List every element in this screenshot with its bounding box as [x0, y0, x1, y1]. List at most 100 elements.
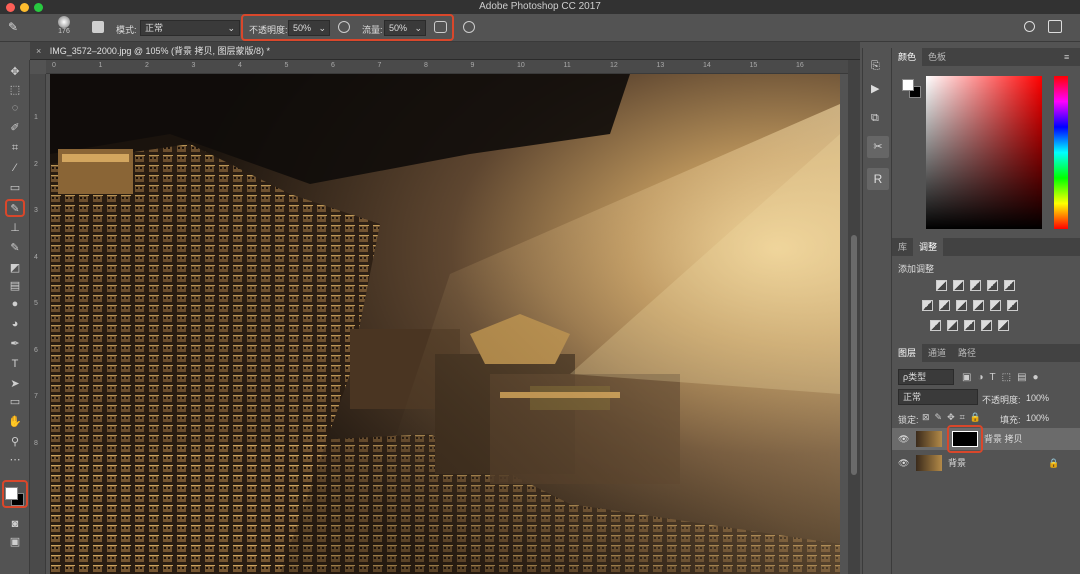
color-lookup-icon[interactable]: [1007, 300, 1018, 311]
canvas-scrollbar[interactable]: [848, 60, 860, 574]
tab-channels[interactable]: 通道: [922, 344, 952, 362]
vibrance-icon[interactable]: [1004, 280, 1015, 291]
screen-mode-icon[interactable]: ▣: [6, 534, 24, 550]
tab-paths[interactable]: 路径: [952, 344, 982, 362]
pressure-size-icon[interactable]: [463, 21, 475, 33]
lasso-tool-icon[interactable]: ◌: [6, 100, 24, 116]
history-panel-icon[interactable]: ⎘: [871, 60, 885, 72]
tab-layers[interactable]: 图层: [892, 344, 923, 362]
eraser-tool-icon[interactable]: ◩: [6, 260, 24, 276]
flow-field[interactable]: 50% ⌄: [384, 20, 426, 36]
color-picker-field[interactable]: [926, 76, 1042, 229]
ruler-tick-label: 9: [470, 62, 475, 69]
brush-preset-picker[interactable]: 176: [52, 16, 76, 40]
gradient-map-icon[interactable]: [998, 320, 1009, 331]
lock-label: 锁定:: [898, 415, 919, 425]
search-icon[interactable]: [1024, 21, 1035, 32]
zoom-tool-icon[interactable]: ⚲: [6, 434, 24, 450]
brush-tool-icon[interactable]: ✎: [8, 20, 22, 34]
blur-tool-icon[interactable]: ●: [6, 296, 24, 312]
quick-selection-tool-icon[interactable]: ✐: [6, 120, 24, 136]
type-tool-icon[interactable]: T: [6, 356, 24, 372]
lock-transparent-icon[interactable]: ⊠: [922, 412, 935, 422]
character-panel-icon[interactable]: R: [867, 168, 889, 190]
photo-filter-icon[interactable]: [973, 300, 984, 311]
clone-stamp-tool-icon[interactable]: ⊥: [6, 220, 24, 236]
threshold-icon[interactable]: [964, 320, 975, 331]
airbrush-icon[interactable]: [434, 21, 447, 33]
opacity-field[interactable]: 50% ⌄: [288, 20, 330, 36]
filter-type-icon[interactable]: T: [990, 372, 1002, 383]
invert-icon[interactable]: [930, 320, 941, 331]
layer-row[interactable]: 👁 背景 拷贝: [892, 425, 1080, 453]
lock-position-icon[interactable]: ✥: [947, 412, 960, 422]
brush-settings-icon[interactable]: ✂: [867, 136, 889, 158]
ruler-tick-label: 10: [517, 62, 525, 69]
levels-icon[interactable]: [953, 280, 964, 291]
tab-adjustments[interactable]: 调整: [913, 238, 944, 256]
clone-source-icon[interactable]: ⧉: [871, 112, 885, 124]
filter-pixel-icon[interactable]: ▣: [962, 372, 977, 383]
more-tools-icon[interactable]: ⋯: [6, 452, 24, 468]
filter-toggle-icon[interactable]: ●: [1033, 372, 1045, 383]
black-white-icon[interactable]: [956, 300, 967, 311]
layer-filter-select[interactable]: ρ类型: [898, 369, 954, 385]
ruler-tick-label: 6: [331, 62, 335, 69]
layer-row[interactable]: 👁 背景 🔒: [892, 452, 1080, 474]
move-tool-icon[interactable]: ✥: [6, 64, 24, 80]
tab-libraries[interactable]: 库: [892, 238, 913, 256]
filter-adjustment-icon[interactable]: ◑: [977, 372, 989, 383]
history-brush-tool-icon[interactable]: ✎: [6, 240, 24, 256]
color-panel-foreground-swatch[interactable]: [902, 79, 914, 91]
rectangle-tool-icon[interactable]: ▭: [6, 394, 24, 410]
lock-artboard-icon[interactable]: ⌗: [960, 412, 970, 422]
tab-swatches[interactable]: 色板: [922, 48, 952, 66]
mode-select[interactable]: 正常 ⌄: [140, 20, 240, 36]
hue-saturation-icon[interactable]: [922, 300, 933, 311]
hand-tool-icon[interactable]: ✋: [6, 414, 24, 430]
zoom-window-button[interactable]: [34, 3, 43, 12]
curves-icon[interactable]: [970, 280, 981, 291]
workspace-icon[interactable]: [1048, 20, 1062, 33]
brush-tool-icon[interactable]: ✎: [5, 199, 25, 217]
channel-mixer-icon[interactable]: [990, 300, 1001, 311]
pen-tool-icon[interactable]: ✒: [6, 336, 24, 352]
actions-panel-icon[interactable]: ▶: [871, 82, 885, 95]
lock-pixels-icon[interactable]: ✎: [935, 412, 948, 422]
close-window-button[interactable]: [6, 3, 15, 12]
eyedropper-tool-icon[interactable]: ⁄: [6, 160, 24, 176]
document-tab[interactable]: × IMG_3572–2000.jpg @ 105% (背景 拷贝, 图层蒙版/…: [30, 42, 860, 60]
filter-shape-icon[interactable]: ⬚: [1002, 372, 1017, 383]
panel-menu-icon[interactable]: ≡: [1064, 52, 1069, 62]
exposure-icon[interactable]: [987, 280, 998, 291]
filter-smart-icon[interactable]: ▤: [1017, 372, 1032, 383]
visibility-eye-icon[interactable]: 👁: [898, 452, 909, 474]
document-canvas[interactable]: [50, 74, 840, 574]
lock-all-icon[interactable]: 🔒: [970, 412, 986, 422]
layer-mask-highlight: [947, 425, 983, 453]
pressure-opacity-icon[interactable]: [338, 21, 350, 33]
marquee-tool-icon[interactable]: ⬚: [6, 82, 24, 98]
brightness-contrast-icon[interactable]: [936, 280, 947, 291]
brush-panel-toggle-icon[interactable]: [92, 21, 104, 33]
close-tab-icon[interactable]: ×: [36, 46, 41, 56]
color-panel-tabs: 颜色 色板: [892, 48, 1080, 66]
layer-opacity-value[interactable]: 100%: [1026, 393, 1049, 403]
chevron-down-icon: ⌄: [414, 23, 422, 33]
crop-tool-icon[interactable]: ⌗: [6, 140, 24, 156]
tab-color[interactable]: 颜色: [892, 48, 923, 66]
visibility-eye-icon[interactable]: 👁: [898, 428, 909, 450]
fill-value[interactable]: 100%: [1026, 413, 1049, 423]
scrollbar-thumb[interactable]: [851, 235, 857, 475]
dodge-tool-icon[interactable]: ◕: [6, 316, 24, 332]
minimize-window-button[interactable]: [20, 3, 29, 12]
posterize-icon[interactable]: [947, 320, 958, 331]
hue-slider[interactable]: [1054, 76, 1068, 229]
color-balance-icon[interactable]: [939, 300, 950, 311]
path-selection-tool-icon[interactable]: ➤: [6, 376, 24, 392]
selective-color-icon[interactable]: [981, 320, 992, 331]
quick-mask-icon[interactable]: ◙: [6, 516, 24, 532]
healing-brush-tool-icon[interactable]: ▭: [6, 180, 24, 196]
blend-mode-select[interactable]: 正常: [898, 389, 978, 405]
gradient-tool-icon[interactable]: ▤: [6, 278, 24, 294]
